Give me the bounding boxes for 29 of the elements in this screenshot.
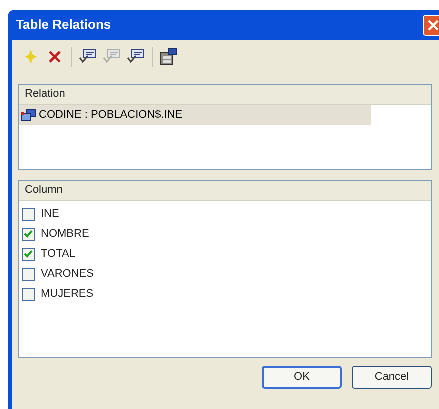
checkbox[interactable] — [22, 288, 35, 300]
column-label: TOTAL — [41, 246, 76, 262]
cancel-button[interactable]: Cancel — [352, 366, 432, 389]
checkbox[interactable] — [22, 228, 35, 240]
column-label: INE — [41, 206, 60, 222]
sparkle-icon — [25, 50, 37, 64]
checkbox[interactable] — [22, 208, 35, 220]
properties-button[interactable] — [158, 46, 180, 68]
relation-icon — [79, 49, 97, 65]
checkmark-icon — [24, 250, 33, 258]
window-title: Table Relations — [16, 16, 112, 34]
column-label: MUJERES — [41, 286, 94, 302]
relation-icon — [21, 108, 37, 122]
checkmark-icon — [24, 230, 33, 238]
relation-label: CODINE : POBLACION$.INE — [39, 108, 183, 123]
column-header: Relation — [19, 85, 431, 105]
column-label: VARONES — [41, 266, 94, 282]
column-header: Column — [19, 181, 431, 201]
ok-button[interactable]: OK — [262, 366, 342, 389]
relation-row[interactable]: CODINE : POBLACION$.INE — [19, 105, 371, 125]
delete-icon — [48, 50, 62, 64]
close-icon — [428, 20, 439, 30]
relation-icon — [103, 49, 121, 65]
relation-icon — [127, 49, 145, 65]
close-button[interactable] — [423, 14, 439, 36]
column-label: NOMBRE — [41, 226, 90, 242]
cabinet-icon — [160, 48, 178, 66]
checkbox[interactable] — [22, 248, 35, 260]
checkbox[interactable] — [22, 268, 35, 280]
